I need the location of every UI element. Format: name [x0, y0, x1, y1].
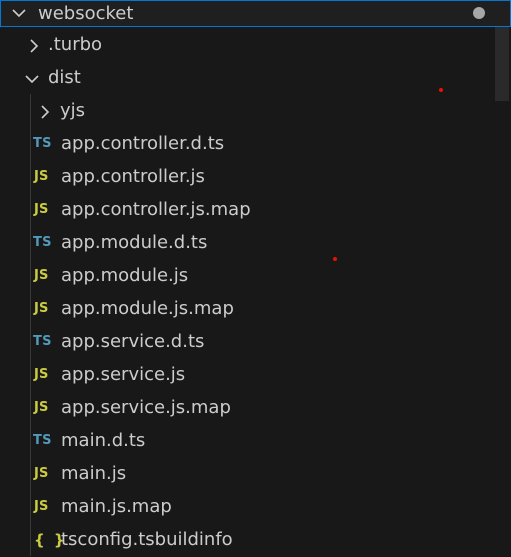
- tree-item-file[interactable]: JS main.js: [0, 458, 495, 491]
- tree-item-dist-folder[interactable]: dist: [0, 62, 495, 95]
- tree-item-file[interactable]: TS main.d.ts: [0, 425, 495, 458]
- tree-item-file[interactable]: TS app.module.d.ts: [0, 227, 495, 260]
- red-dot-marker: [333, 257, 337, 261]
- tree-item-label: .turbo: [48, 34, 103, 55]
- tree-item-turbo-folder[interactable]: .turbo: [0, 29, 495, 62]
- tree-item-label: app.service.d.ts: [61, 331, 205, 352]
- typescript-file-icon: TS: [33, 235, 52, 250]
- typescript-file-icon: TS: [33, 433, 52, 448]
- tree-item-file[interactable]: JS app.module.js: [0, 260, 495, 293]
- vertical-scrollbar[interactable]: [495, 27, 509, 101]
- chevron-down-icon: [25, 75, 39, 84]
- chevron-right-icon: [41, 105, 50, 119]
- javascript-file-icon: JS: [34, 169, 49, 184]
- tree-item-label: tsconfig.tsbuildinfo: [61, 529, 233, 550]
- javascript-file-icon: JS: [34, 202, 49, 217]
- tree-item-yjs-folder[interactable]: yjs: [0, 95, 495, 128]
- tree-item-file[interactable]: { } tsconfig.tsbuildinfo: [0, 524, 495, 557]
- tree-item-label: app.controller.d.ts: [61, 133, 225, 154]
- javascript-file-icon: JS: [34, 268, 49, 283]
- chevron-right-icon: [30, 39, 39, 53]
- javascript-file-icon: JS: [34, 301, 49, 316]
- root-folder-label: websocket: [38, 3, 134, 24]
- tree-item-file[interactable]: JS app.module.js.map: [0, 293, 495, 326]
- tree-item-file[interactable]: TS app.service.d.ts: [0, 326, 495, 359]
- typescript-file-icon: TS: [33, 334, 52, 349]
- tree-item-file[interactable]: TS app.controller.d.ts: [0, 128, 495, 161]
- tree-item-label: yjs: [60, 100, 86, 121]
- red-dot-marker: [439, 88, 443, 92]
- tree-item-label: main.js.map: [61, 496, 172, 517]
- tree-item-file[interactable]: JS app.service.js.map: [0, 392, 495, 425]
- tree-item-label: main.d.ts: [61, 430, 146, 451]
- tree-item-label: app.service.js.map: [61, 397, 231, 418]
- javascript-file-icon: JS: [34, 466, 49, 481]
- typescript-file-icon: TS: [33, 136, 52, 151]
- tree-item-label: app.service.js: [61, 364, 186, 385]
- javascript-file-icon: JS: [34, 367, 49, 382]
- tree-item-label: app.module.js: [61, 265, 189, 286]
- explorer-root-folder[interactable]: websocket: [0, 0, 511, 27]
- dot-icon: [473, 7, 485, 19]
- tree-item-file[interactable]: JS app.controller.js: [0, 161, 495, 194]
- tree-item-label: app.controller.js: [61, 166, 205, 187]
- tree-item-label: app.controller.js.map: [61, 199, 251, 220]
- tree-item-label: main.js: [61, 463, 127, 484]
- tree-item-label: app.module.d.ts: [61, 232, 208, 253]
- chevron-down-icon: [12, 9, 26, 18]
- tree-item-label: app.module.js.map: [61, 298, 234, 319]
- javascript-file-icon: JS: [34, 400, 49, 415]
- tree-item-file[interactable]: JS main.js.map: [0, 491, 495, 524]
- tree-item-file[interactable]: JS app.service.js: [0, 359, 495, 392]
- file-explorer: websocket .turbo dist yjs TS app.control…: [0, 0, 511, 556]
- tree-item-label: dist: [48, 67, 81, 88]
- javascript-file-icon: JS: [34, 499, 49, 514]
- tree-item-file[interactable]: JS app.controller.js.map: [0, 194, 495, 227]
